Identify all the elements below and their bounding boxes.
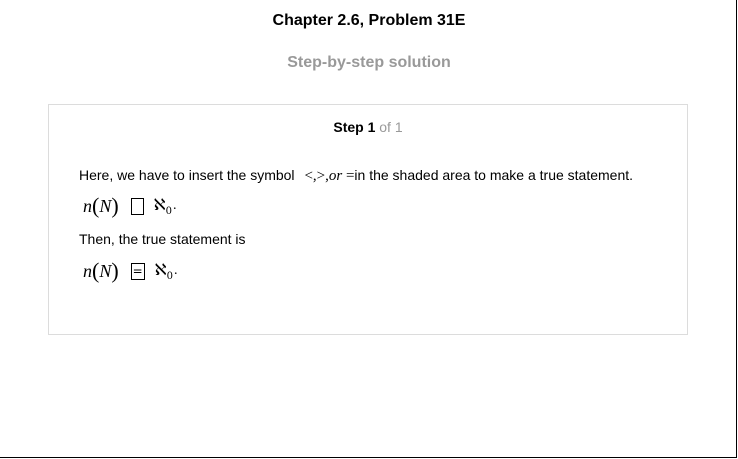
answer-N: N [99,260,112,281]
expr-N: N [99,195,112,216]
aleph-null: ℵ0 [153,195,172,217]
answer-expression: n(N) = ℵ0. [83,258,178,283]
problem-expression: n(N) ℵ0. [83,193,177,218]
shaded-blank-box [130,197,144,215]
step-header: Step 1 of 1 [49,119,687,135]
intro-tail: in the shaded area to make a true statem… [354,167,634,183]
chapter-title: Chapter 2.6, Problem 31E [272,12,466,29]
solution-subtitle: Step-by-step solution [287,54,451,71]
expr-n: n [83,195,92,216]
answer-aleph-null: ℵ0 [154,260,173,282]
step-count: of 1 [379,119,403,135]
intro-text: Here, we have to insert the symbol [79,167,295,183]
solution-card: Step 1 of 1 Here, we have to insert the … [48,104,688,335]
then-text: Then, the true statement is [79,231,246,247]
answer-symbol-box: = [130,262,145,280]
symbol-list: <,>,or = [304,168,355,184]
intro-sentence: Here, we have to insert the symbol <,>,o… [79,167,633,185]
answer-n: n [83,260,92,281]
step-label: Step 1 [333,119,376,135]
